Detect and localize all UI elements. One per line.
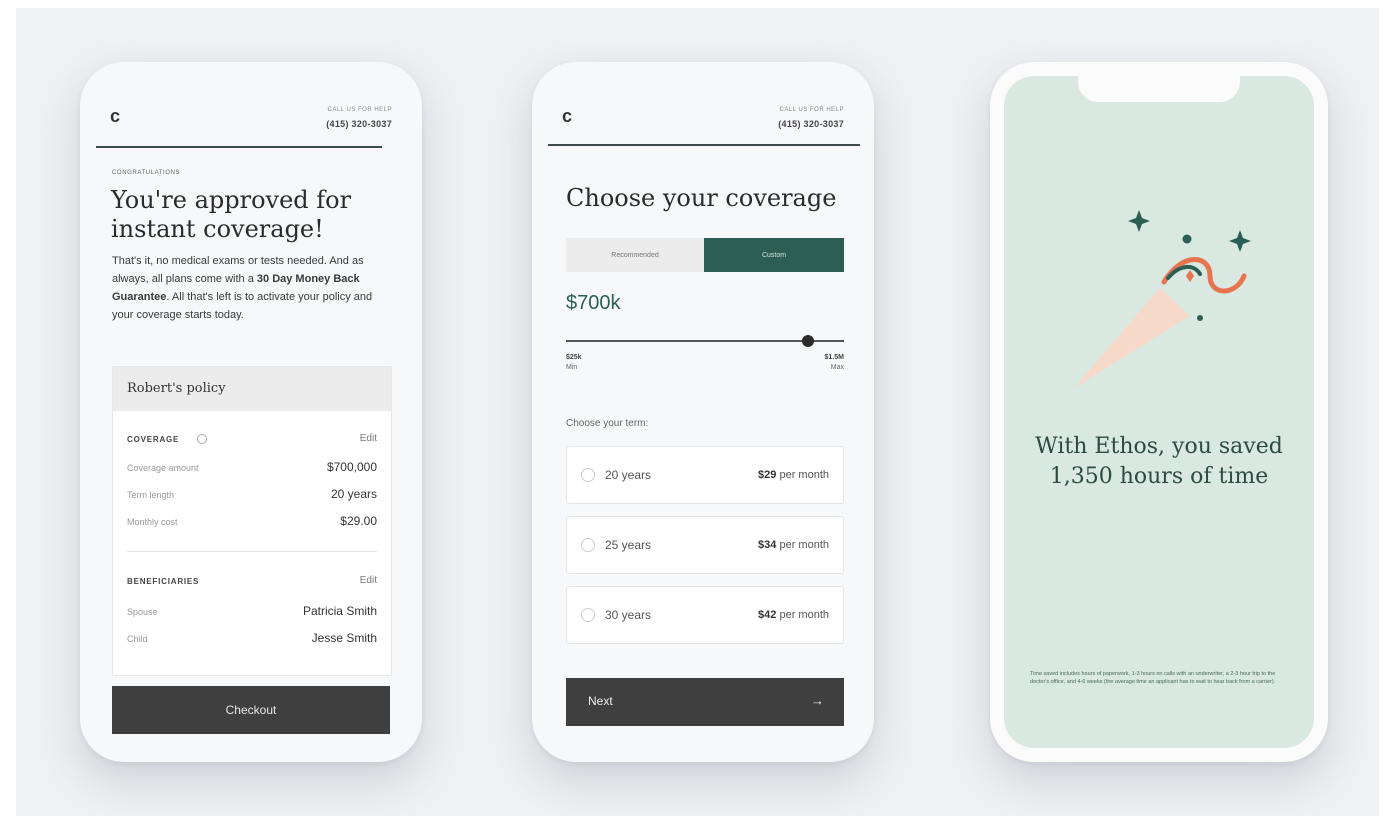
time-saved-footnote: Time saved includes hours of paperwork, … bbox=[1030, 671, 1276, 685]
term-price: $29 bbox=[758, 469, 777, 481]
term-price-line: $42 per month bbox=[758, 609, 829, 621]
arrow-right-icon: → bbox=[811, 693, 824, 708]
success-headline: With Ethos, you saved 1,350 hours of tim… bbox=[1014, 432, 1304, 492]
radio-button[interactable] bbox=[581, 468, 595, 482]
phone-coverage-screen: c CALL US FOR HELP (415) 320-3037 Choose… bbox=[532, 62, 874, 762]
recommended-tab[interactable]: Recommended bbox=[566, 238, 704, 272]
term-price-unit: per month bbox=[779, 469, 829, 481]
term-option-25[interactable]: 25 years $34 per month bbox=[566, 516, 844, 574]
monthly-cost-label: Monthly cost bbox=[127, 517, 178, 527]
beneficiary-relation-label: Child bbox=[127, 634, 148, 644]
slider-min-value: $25k bbox=[566, 354, 582, 361]
term-price: $34 bbox=[758, 539, 777, 551]
coverage-amount-label: Coverage amount bbox=[127, 463, 199, 473]
term-price-unit: per month bbox=[779, 609, 829, 621]
term-option-20[interactable]: 20 years $29 per month bbox=[566, 446, 844, 504]
phone-number-link[interactable]: (415) 320-3037 bbox=[326, 119, 392, 129]
term-price-unit: per month bbox=[779, 539, 829, 551]
ethos-logo-icon[interactable]: c bbox=[562, 106, 572, 127]
coverage-amount-value: $700,000 bbox=[326, 460, 377, 474]
beneficiary-name: Patricia Smith bbox=[302, 604, 377, 618]
radio-button[interactable] bbox=[581, 608, 595, 622]
slider-max-label: Max bbox=[830, 364, 844, 371]
ethos-logo-icon[interactable]: c bbox=[110, 106, 120, 127]
approval-body-text: That's it, no medical exams or tests nee… bbox=[112, 252, 396, 324]
term-years: 30 years bbox=[605, 608, 652, 622]
checkout-button[interactable]: Checkout bbox=[112, 686, 390, 734]
beneficiaries-edit-link[interactable]: Edit bbox=[360, 575, 377, 586]
term-option-30[interactable]: 30 years $42 per month bbox=[566, 586, 844, 644]
term-price: $42 bbox=[758, 609, 777, 621]
next-button[interactable]: Next → bbox=[566, 678, 844, 726]
phone-number-link[interactable]: (415) 320-3037 bbox=[778, 119, 844, 129]
coverage-section-label: COVERAGE bbox=[127, 435, 180, 444]
card-divider bbox=[127, 551, 377, 552]
beneficiary-name: Jesse Smith bbox=[311, 631, 377, 645]
header-rule bbox=[548, 144, 860, 146]
beneficiaries-section-label: BENEFICIARIES bbox=[127, 577, 200, 586]
term-length-value: 20 years bbox=[330, 487, 377, 501]
custom-tab[interactable]: Custom bbox=[704, 238, 844, 272]
eyebrow: CONGRATULATIONS bbox=[112, 170, 181, 176]
coverage-edit-link[interactable]: Edit bbox=[360, 433, 377, 444]
success-screen bbox=[1004, 76, 1314, 748]
call-label: CALL US FOR HELP bbox=[779, 107, 844, 113]
term-years: 20 years bbox=[605, 468, 652, 482]
slider-min-label: Min bbox=[566, 364, 578, 371]
monthly-cost-value: $29.00 bbox=[340, 514, 377, 528]
term-price-line: $29 per month bbox=[758, 469, 829, 481]
coverage-amount: $700k bbox=[566, 292, 621, 314]
policy-title: Robert's policy bbox=[127, 381, 226, 396]
next-label: Next bbox=[588, 694, 613, 708]
slider-max-value: $1.5M bbox=[824, 354, 844, 361]
header-rule bbox=[96, 146, 382, 148]
term-length-label: Term length bbox=[127, 490, 175, 500]
phone-notch bbox=[1078, 76, 1240, 102]
page-title: Choose your coverage bbox=[566, 184, 837, 212]
policy-card: Robert's policy COVERAGE Edit Coverage a… bbox=[112, 366, 392, 676]
term-prompt: Choose your term: bbox=[566, 418, 649, 429]
phone-approval-screen: c CALL US FOR HELP (415) 320-3037 CONGRA… bbox=[80, 62, 422, 762]
term-years: 25 years bbox=[605, 538, 652, 552]
page-title: You're approved for instant coverage! bbox=[111, 186, 352, 243]
call-label: CALL US FOR HELP bbox=[327, 107, 392, 113]
radio-button[interactable] bbox=[581, 538, 595, 552]
coverage-slider-handle[interactable] bbox=[801, 335, 814, 347]
beneficiary-relation-label: Spouse bbox=[127, 607, 158, 617]
headline-line-1: With Ethos, you saved bbox=[1035, 434, 1283, 459]
party-popper-icon bbox=[1074, 210, 1251, 388]
term-price-line: $34 per month bbox=[758, 539, 829, 551]
info-icon[interactable] bbox=[197, 434, 207, 444]
phone-success-screen: With Ethos, you saved 1,350 hours of tim… bbox=[990, 62, 1328, 762]
headline-line-2: 1,350 hours of time bbox=[1049, 464, 1269, 489]
